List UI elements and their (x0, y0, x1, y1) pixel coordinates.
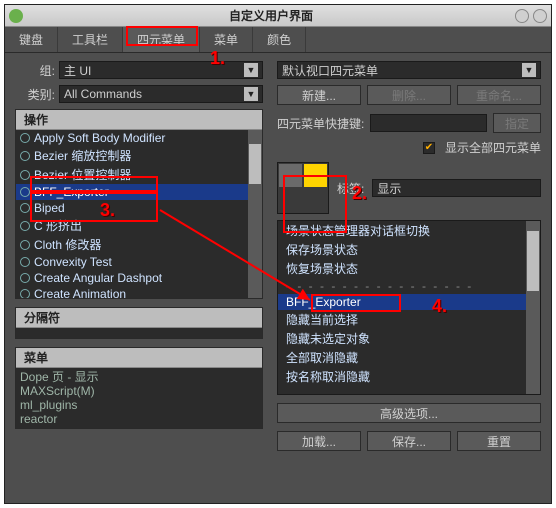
customize-ui-window: 自定义用户界面 键盘 工具栏 四元菜单 菜单 颜色 组: 主 UI ▼ 类别: … (4, 4, 552, 504)
separator-body (16, 328, 262, 338)
target-quad-select[interactable]: 默认视口四元菜单 ▼ (277, 61, 541, 79)
tab-colors[interactable]: 颜色 (253, 27, 306, 52)
action-icon (20, 133, 30, 143)
new-button[interactable]: 新建... (277, 85, 361, 105)
quad-selector[interactable] (277, 162, 329, 214)
quad-items-list[interactable]: 场景状态管理器对话框切换 保存场景状态 恢复场景状态 - - - - - - -… (277, 220, 541, 395)
hotkey-input[interactable] (370, 114, 487, 132)
tag-input[interactable]: 显示 (372, 179, 541, 197)
quad-br[interactable] (303, 188, 328, 213)
list-item: Biped (16, 200, 262, 216)
tab-quad-menus[interactable]: 四元菜单 (123, 27, 200, 52)
separator-row: - - - - - - - - - - - - - - - - - (278, 386, 540, 395)
separator-panel: 分隔符 (15, 307, 263, 339)
list-item-selected[interactable]: BFF_Exporter (278, 294, 540, 310)
titlebar: 自定义用户界面 (5, 5, 551, 27)
list-item[interactable]: 按名称取消隐藏 (278, 367, 540, 386)
list-item[interactable]: 恢复场景状态 (278, 259, 540, 278)
list-item[interactable]: reactor (20, 412, 258, 426)
load-button[interactable]: 加载... (277, 431, 361, 451)
list-item[interactable]: MAXScript(M) (20, 384, 258, 398)
scrollbar[interactable] (526, 221, 540, 394)
list-item: Cloth 修改器 (16, 235, 262, 254)
action-icon (20, 203, 30, 213)
operations-list[interactable]: Apply Soft Body Modifier Bezier 缩放控制器 Be… (16, 130, 262, 298)
window-title: 自定义用户界面 (31, 7, 511, 24)
quad-bl[interactable] (278, 188, 303, 213)
action-icon (20, 187, 30, 197)
menu-panel: 菜单 Dope 页 - 显示 MAXScript(M) ml_plugins r… (15, 347, 263, 429)
action-icon (20, 273, 30, 283)
action-icon (20, 221, 30, 231)
list-item[interactable]: ml_plugins (20, 398, 258, 412)
minimize-button[interactable] (515, 9, 529, 23)
operations-header: 操作 (16, 110, 262, 130)
list-item: Convexity Test (16, 254, 262, 270)
assign-button[interactable]: 指定 (493, 113, 541, 133)
showall-label: 显示全部四元菜单 (445, 139, 541, 156)
dropdown-arrow-icon: ▼ (522, 63, 536, 77)
list-item: Apply Soft Body Modifier (16, 130, 262, 146)
tab-keyboard[interactable]: 键盘 (5, 27, 58, 52)
delete-button[interactable]: 删除... (367, 85, 451, 105)
action-icon (20, 257, 30, 267)
menu-header: 菜单 (16, 348, 262, 368)
list-item: Create Animation (16, 286, 262, 298)
rename-button[interactable]: 重命名... (457, 85, 541, 105)
menu-list[interactable]: Dope 页 - 显示 MAXScript(M) ml_plugins reac… (16, 368, 262, 428)
list-item[interactable]: 场景状态管理器对话框切换 (278, 221, 540, 240)
category-label: 类别: (15, 86, 55, 103)
hotkey-label: 四元菜单快捷键: (277, 115, 364, 132)
separator-header: 分隔符 (16, 308, 262, 328)
list-item-selected: BFF_Exporter (16, 184, 262, 200)
scrollbar[interactable] (248, 130, 262, 298)
reset-button[interactable]: 重置 (457, 431, 541, 451)
list-item[interactable]: 隐藏当前选择 (278, 310, 540, 329)
dropdown-arrow-icon: ▼ (244, 87, 258, 101)
tag-label: 标签: (337, 180, 364, 197)
tab-toolbars[interactable]: 工具栏 (58, 27, 123, 52)
action-icon (20, 289, 30, 298)
close-button[interactable] (533, 9, 547, 23)
category-value: All Commands (64, 87, 142, 101)
operations-panel: 操作 Apply Soft Body Modifier Bezier 缩放控制器… (15, 109, 263, 299)
scrollbar-thumb[interactable] (249, 144, 261, 184)
list-item[interactable]: 隐藏未选定对象 (278, 329, 540, 348)
category-select[interactable]: All Commands ▼ (59, 85, 263, 103)
target-value: 默认视口四元菜单 (282, 62, 378, 79)
showall-checkbox[interactable]: ✔ (423, 142, 435, 154)
dropdown-arrow-icon: ▼ (244, 63, 258, 77)
list-item: Bezier 位置控制器 (16, 165, 262, 184)
save-button[interactable]: 保存... (367, 431, 451, 451)
list-item[interactable]: 全部取消隐藏 (278, 348, 540, 367)
list-item: C 形挤出 (16, 216, 262, 235)
action-icon (20, 240, 30, 250)
list-item[interactable]: 保存场景状态 (278, 240, 540, 259)
action-icon (20, 170, 30, 180)
list-item[interactable]: reactor - Apply Modifier (20, 426, 258, 428)
quad-tl[interactable] (278, 163, 303, 188)
tab-menus[interactable]: 菜单 (200, 27, 253, 52)
group-select[interactable]: 主 UI ▼ (59, 61, 263, 79)
tab-bar: 键盘 工具栏 四元菜单 菜单 颜色 (5, 27, 551, 53)
quad-tr[interactable] (303, 163, 328, 188)
group-label: 组: (15, 62, 55, 79)
separator-row: - - - - - - - - - - - - - - - - - (278, 278, 540, 294)
advanced-button[interactable]: 高级选项... (277, 403, 541, 423)
group-value: 主 UI (64, 62, 91, 79)
action-icon (20, 151, 30, 161)
app-icon (9, 9, 23, 23)
list-item: Create Angular Dashpot (16, 270, 262, 286)
list-item[interactable]: Dope 页 - 显示 (20, 370, 258, 384)
list-item: Bezier 缩放控制器 (16, 146, 262, 165)
scrollbar-thumb[interactable] (527, 231, 539, 291)
